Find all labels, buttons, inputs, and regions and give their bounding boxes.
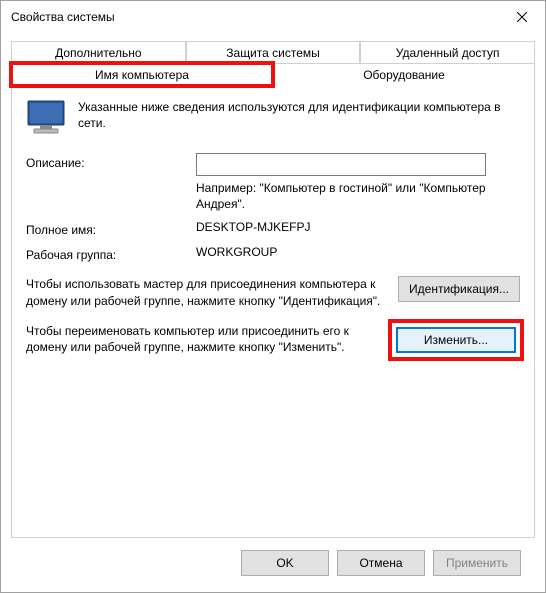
description-hint: Например: "Компьютер в гостиной" или "Ко…: [196, 180, 520, 212]
close-icon: [517, 12, 527, 22]
cancel-button[interactable]: Отмена: [337, 550, 425, 576]
workgroup-label: Рабочая группа:: [26, 245, 196, 262]
identify-text: Чтобы использовать мастер для присоедине…: [26, 276, 386, 308]
dialog-content: Дополнительно Защита системы Удаленный д…: [1, 33, 545, 592]
description-input[interactable]: [196, 153, 486, 176]
fullname-value: DESKTOP-MJKEFPJ: [196, 220, 520, 234]
change-highlight: Изменить...: [392, 323, 520, 357]
change-text: Чтобы переименовать компьютер или присое…: [26, 323, 380, 355]
workgroup-value: WORKGROUP: [196, 245, 520, 259]
change-button[interactable]: Изменить...: [396, 327, 516, 353]
ok-button[interactable]: OK: [241, 550, 329, 576]
titlebar: Свойства системы: [1, 1, 545, 33]
tab-system-protection[interactable]: Защита системы: [186, 41, 361, 64]
tab-panel-computer-name: Указанные ниже сведения используются для…: [11, 85, 535, 538]
close-button[interactable]: [499, 1, 545, 33]
tab-computer-name[interactable]: Имя компьютера: [11, 63, 273, 86]
tabstrip: Дополнительно Защита системы Удаленный д…: [11, 41, 535, 86]
intro-text: Указанные ниже сведения используются для…: [78, 99, 520, 135]
window-title: Свойства системы: [11, 10, 499, 24]
tab-hardware[interactable]: Оборудование: [273, 63, 535, 86]
apply-button[interactable]: Применить: [433, 550, 521, 576]
identify-button[interactable]: Идентификация...: [398, 276, 520, 302]
description-label: Описание:: [26, 153, 196, 170]
tab-advanced[interactable]: Дополнительно: [11, 41, 186, 64]
tab-remote[interactable]: Удаленный доступ: [360, 41, 535, 64]
computer-icon: [26, 99, 66, 135]
dialog-buttons: OK Отмена Применить: [11, 538, 535, 592]
fullname-label: Полное имя:: [26, 220, 196, 237]
